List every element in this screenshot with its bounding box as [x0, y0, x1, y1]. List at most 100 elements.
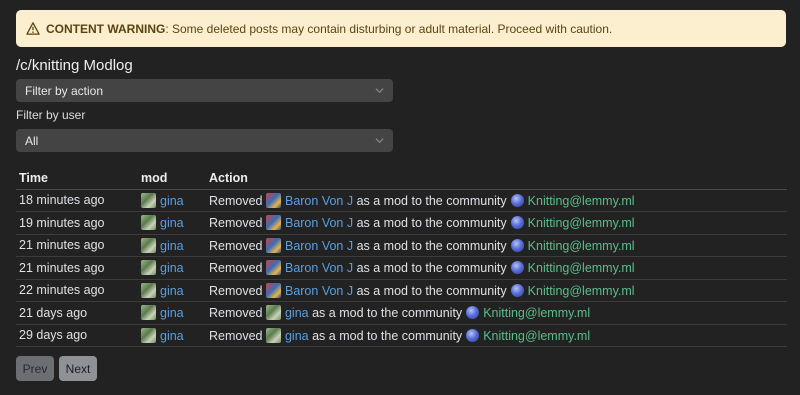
- community-globe-icon[interactable]: [510, 283, 524, 297]
- avatar[interactable]: [265, 237, 281, 253]
- row-time: 29 days ago: [16, 324, 138, 347]
- mod-user-link[interactable]: gina: [160, 239, 184, 253]
- mod-user-link[interactable]: gina: [160, 261, 184, 275]
- row-action: Removed Baron Von J as a mod to the comm…: [206, 234, 787, 257]
- action-phrase: as a mod to the community: [356, 283, 507, 298]
- row-time: 19 minutes ago: [16, 211, 138, 235]
- page-title: /c/knitting Modlog: [16, 57, 133, 74]
- action-phrase: as a mod to the community: [356, 261, 507, 276]
- row-action: Removed Baron Von J as a mod to the comm…: [206, 189, 787, 212]
- modlog-table: Time mod Action 18 minutes ago gina Remove…: [16, 167, 787, 347]
- row-mod: gina: [138, 256, 206, 280]
- community-globe-icon[interactable]: [510, 216, 524, 230]
- table-row: 22 minutes ago gina Removed Baron Von J as…: [16, 279, 787, 302]
- target-user-link[interactable]: gina: [285, 329, 309, 343]
- mod-user-link[interactable]: gina: [160, 194, 184, 208]
- mod-user-link[interactable]: gina: [160, 216, 184, 230]
- target-user-link[interactable]: Baron Von J: [285, 216, 353, 230]
- prev-button[interactable]: Prev: [16, 356, 54, 381]
- avatar[interactable]: [141, 237, 156, 253]
- community-link[interactable]: Knitting@lemmy.ml: [483, 329, 590, 343]
- action-verb: Removed: [209, 238, 263, 253]
- action-verb: Removed: [209, 328, 263, 343]
- filter-user-value: All: [25, 133, 39, 148]
- avatar[interactable]: [265, 282, 281, 298]
- avatar[interactable]: [141, 305, 156, 321]
- avatar[interactable]: [141, 260, 156, 276]
- community-link[interactable]: Knitting@lemmy.ml: [528, 216, 635, 230]
- header-time: Time: [16, 167, 138, 190]
- community-link[interactable]: Knitting@lemmy.ml: [483, 306, 590, 320]
- avatar[interactable]: [265, 260, 281, 276]
- header-mod: mod: [138, 167, 206, 190]
- table-row: 19 minutes ago gina Removed Baron Von J as…: [16, 211, 787, 235]
- avatar[interactable]: [265, 215, 281, 231]
- action-verb: Removed: [209, 306, 263, 321]
- action-phrase: as a mod to the community: [356, 238, 507, 253]
- target-user-link[interactable]: Baron Von J: [285, 284, 353, 298]
- row-mod: gina: [138, 234, 206, 257]
- warning-label: CONTENT WARNING: [46, 21, 166, 36]
- avatar[interactable]: [141, 192, 156, 208]
- row-action: Removed Baron Von J as a mod to the comm…: [206, 256, 787, 280]
- row-mod: gina: [138, 324, 206, 347]
- table-row: 21 minutes ago gina Removed Baron Von J as…: [16, 256, 787, 280]
- avatar[interactable]: [265, 327, 281, 343]
- row-action: Removed Baron Von J as a mod to the comm…: [206, 279, 787, 302]
- table-row: 21 minutes ago gina Removed Baron Von J as…: [16, 234, 787, 257]
- avatar[interactable]: [141, 282, 156, 298]
- action-phrase: as a mod to the community: [356, 193, 507, 208]
- community-globe-icon[interactable]: [510, 261, 524, 275]
- filter-by-action-select[interactable]: Filter by action: [16, 79, 393, 102]
- target-user-link[interactable]: gina: [285, 306, 309, 320]
- avatar[interactable]: [265, 305, 281, 321]
- row-time: 21 days ago: [16, 301, 138, 325]
- action-phrase: as a mod to the community: [312, 306, 463, 321]
- row-action: Removed Baron Von J as a mod to the comm…: [206, 211, 787, 235]
- row-time: 21 minutes ago: [16, 234, 138, 257]
- chevron-down-icon: [375, 138, 384, 144]
- avatar[interactable]: [265, 192, 281, 208]
- warning-text: : Some deleted posts may contain disturb…: [165, 21, 613, 36]
- action-verb: Removed: [209, 216, 263, 231]
- row-mod: gina: [138, 211, 206, 235]
- warning-triangle-icon: [26, 22, 40, 35]
- row-mod: gina: [138, 279, 206, 302]
- community-link[interactable]: Knitting@lemmy.ml: [528, 239, 635, 253]
- filter-by-user-label: Filter by user: [16, 108, 86, 122]
- avatar[interactable]: [141, 215, 156, 231]
- row-action: Removed gina as a mod to the community Kn…: [206, 324, 787, 347]
- next-button[interactable]: Next: [59, 356, 97, 381]
- mod-user-link[interactable]: gina: [160, 306, 184, 320]
- avatar[interactable]: [141, 327, 156, 343]
- table-row: 21 days ago gina Removed gina as a mod to …: [16, 301, 787, 325]
- action-phrase: as a mod to the community: [356, 216, 507, 231]
- row-action: Removed gina as a mod to the community Kn…: [206, 301, 787, 325]
- community-link[interactable]: Knitting@lemmy.ml: [528, 261, 635, 275]
- row-time: 21 minutes ago: [16, 256, 138, 280]
- action-phrase: as a mod to the community: [312, 328, 463, 343]
- mod-user-link[interactable]: gina: [160, 284, 184, 298]
- community-link[interactable]: Knitting@lemmy.ml: [528, 284, 635, 298]
- mod-user-link[interactable]: gina: [160, 329, 184, 343]
- community-globe-icon[interactable]: [466, 328, 480, 342]
- target-user-link[interactable]: Baron Von J: [285, 239, 353, 253]
- community-globe-icon[interactable]: [510, 238, 524, 252]
- action-verb: Removed: [209, 193, 263, 208]
- community-link[interactable]: Knitting@lemmy.ml: [528, 194, 635, 208]
- table-row: 29 days ago gina Removed gina as a mod to …: [16, 324, 787, 347]
- row-mod: gina: [138, 301, 206, 325]
- row-mod: gina: [138, 189, 206, 212]
- target-user-link[interactable]: Baron Von J: [285, 194, 353, 208]
- target-user-link[interactable]: Baron Von J: [285, 261, 353, 275]
- table-row: 18 minutes ago gina Removed Baron Von J as…: [16, 189, 787, 212]
- community-globe-icon[interactable]: [510, 193, 524, 207]
- row-time: 18 minutes ago: [16, 189, 138, 212]
- filter-by-user-select[interactable]: All: [16, 129, 393, 152]
- content-warning-banner: CONTENT WARNING : Some deleted posts may…: [16, 10, 786, 47]
- row-time: 22 minutes ago: [16, 279, 138, 302]
- action-verb: Removed: [209, 283, 263, 298]
- table-header-row: Time mod Action: [16, 167, 787, 190]
- filter-action-value: Filter by action: [25, 83, 104, 98]
- community-globe-icon[interactable]: [466, 306, 480, 320]
